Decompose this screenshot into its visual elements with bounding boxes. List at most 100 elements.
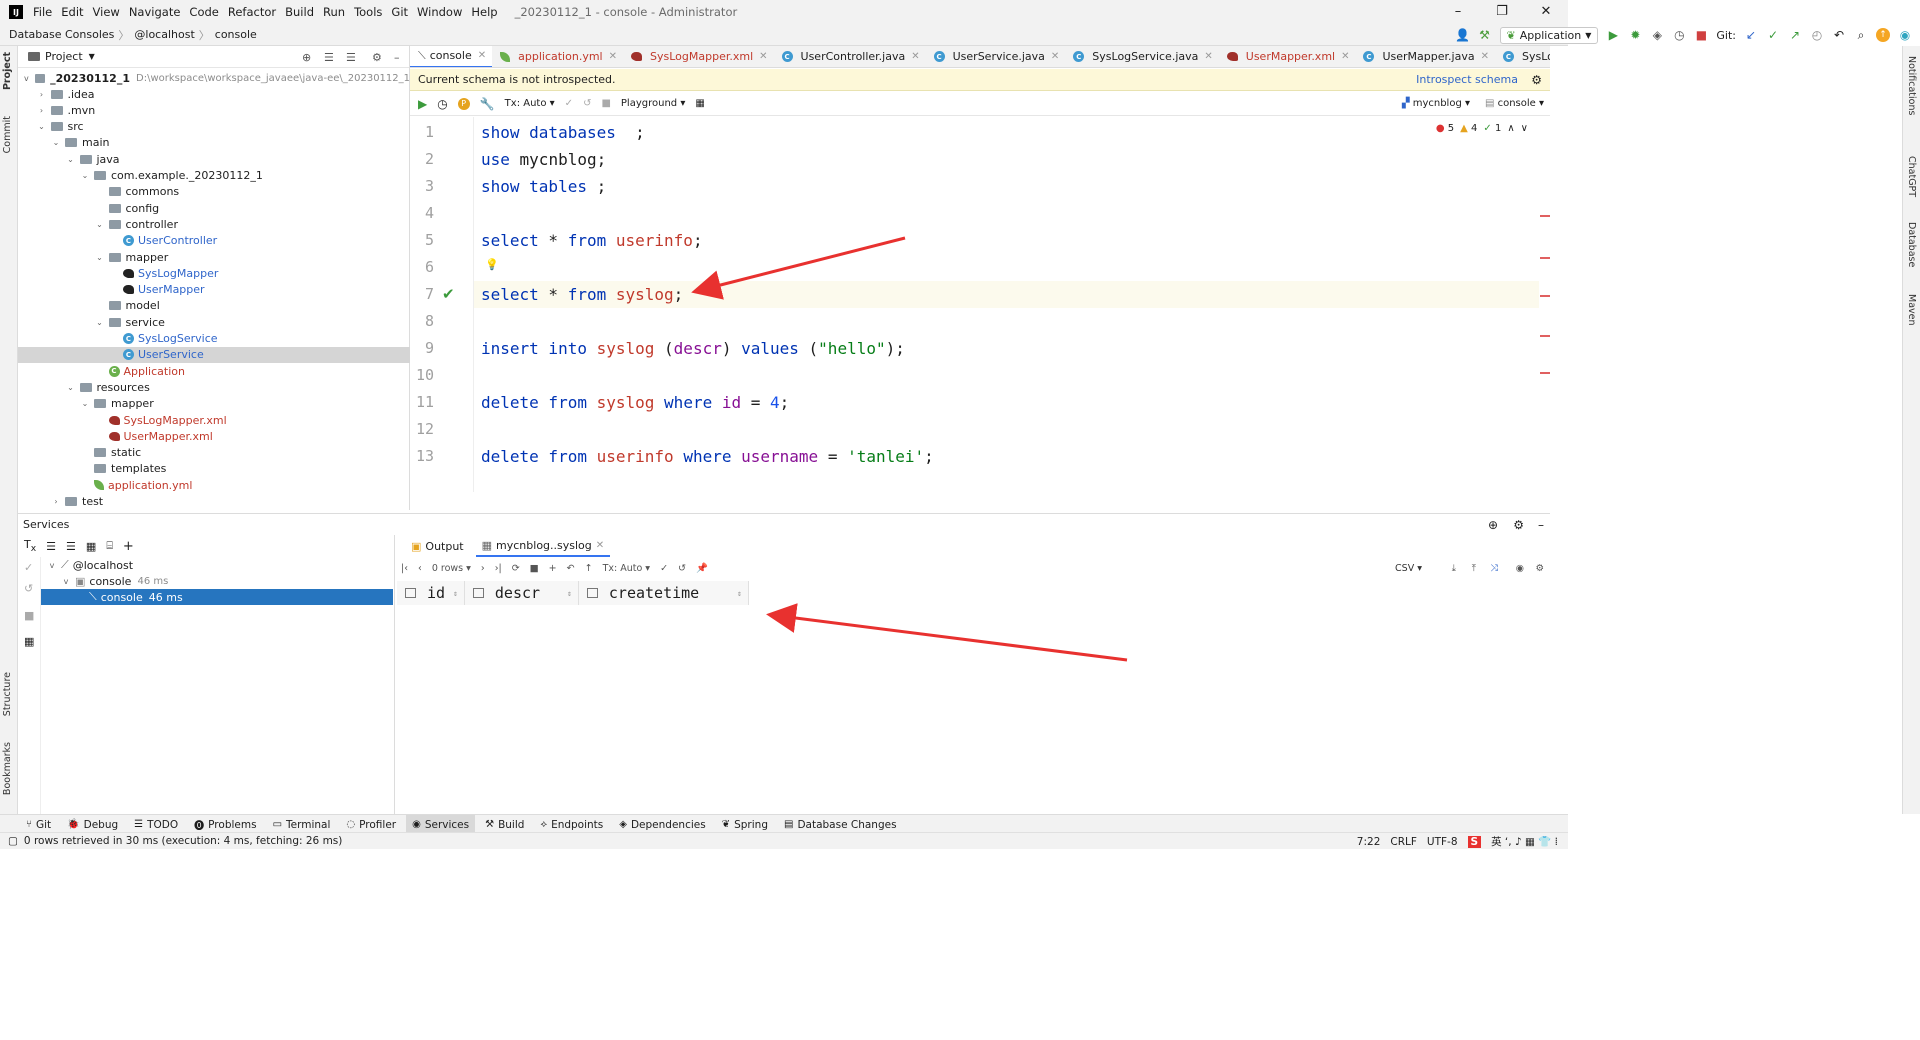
menu-build[interactable]: Build: [285, 5, 314, 19]
rollback-icon[interactable]: ↺: [583, 98, 591, 109]
breadcrumb-item[interactable]: @localhost: [134, 28, 194, 41]
breadcrumb-item[interactable]: Database Consoles: [9, 28, 114, 41]
tree-item[interactable]: ⌄ mapper: [18, 396, 410, 412]
tree-item[interactable]: model: [18, 298, 410, 314]
code-line[interactable]: insert into syslog (descr) values ("hell…: [481, 335, 905, 362]
stop-icon[interactable]: ■: [601, 98, 610, 109]
parameters-icon[interactable]: P: [457, 97, 470, 110]
chatgpt-tool-tab[interactable]: ChatGPT: [1906, 156, 1917, 197]
caret-position[interactable]: 7:22: [1357, 836, 1381, 848]
sql-editor[interactable]: ● 5 ▲ 4 ✓ 1 ∧ ∨ show databases ; use mycn…: [474, 117, 1539, 492]
editor-tab[interactable]: UserMapper.xml ✕: [1219, 46, 1356, 67]
code-line[interactable]: delete from userinfo where username = 't…: [481, 443, 934, 470]
stop-icon[interactable]: ■: [530, 563, 539, 574]
tree-item[interactable]: ⌄ mapper: [18, 249, 410, 265]
tree-item[interactable]: C SysLogService: [18, 331, 410, 347]
tree-item[interactable]: ⌄ service: [18, 314, 410, 330]
table-icon[interactable]: ▦: [695, 98, 704, 109]
playground-select[interactable]: Playground ▾: [621, 98, 685, 109]
last-page-icon[interactable]: ›|: [495, 563, 502, 574]
import-icon[interactable]: ⤒: [1472, 563, 1476, 574]
editor-tab[interactable]: CSysLogMapper.java✕: [1495, 46, 1550, 67]
tree-item[interactable]: UserMapper: [18, 282, 410, 298]
user-icon[interactable]: 👤: [1455, 28, 1470, 42]
close-icon[interactable]: ✕: [478, 50, 486, 61]
history-icon[interactable]: ◷: [437, 97, 447, 111]
tree-item[interactable]: static: [18, 445, 410, 461]
hammer-icon[interactable]: ⚒: [1478, 28, 1492, 42]
column-header-createtime[interactable]: createtime ⇕: [578, 581, 749, 605]
editor-tab[interactable]: application.yml ✕: [492, 46, 623, 67]
hide-icon[interactable]: –: [1538, 518, 1544, 532]
close-icon[interactable]: ✕: [596, 540, 604, 551]
hide-icon[interactable]: –: [394, 51, 400, 64]
gear-icon[interactable]: ⚙: [1513, 518, 1524, 532]
commit-tool-tab[interactable]: Commit: [2, 116, 13, 153]
pin-icon[interactable]: 📌: [696, 563, 708, 574]
history-icon[interactable]: ◴: [1810, 28, 1824, 42]
code-line[interactable]: show tables ;: [481, 173, 606, 200]
tx-select[interactable]: Tx: Auto ▾: [603, 563, 651, 574]
menu-window[interactable]: Window: [417, 5, 462, 19]
tree-item[interactable]: ⌄ src: [18, 119, 410, 135]
column-header-id[interactable]: id ⇕: [397, 581, 465, 605]
maven-tool-tab[interactable]: Maven: [1906, 294, 1917, 326]
intention-bulb-icon[interactable]: 💡: [485, 258, 499, 271]
menu-file[interactable]: File: [33, 5, 52, 19]
tree-item[interactable]: C UserController: [18, 233, 410, 249]
run-icon[interactable]: ▶: [1606, 28, 1620, 42]
tree-toggle-icon[interactable]: ⌄: [95, 253, 105, 262]
project-panel-title[interactable]: Project: [45, 50, 83, 63]
coverage-icon[interactable]: ◈: [1650, 28, 1664, 42]
export-icon[interactable]: ⤓: [1452, 563, 1456, 574]
file-encoding[interactable]: UTF-8: [1427, 836, 1458, 848]
compare-icon[interactable]: ⤨: [1490, 563, 1498, 574]
tree-toggle-icon[interactable]: ⌄: [80, 399, 90, 408]
tree-item[interactable]: commons: [18, 184, 410, 200]
current-code-line[interactable]: select * from syslog;: [474, 281, 1539, 308]
services-tree-row[interactable]: v ▣ console 46 ms: [41, 573, 393, 589]
line-separator[interactable]: CRLF: [1390, 836, 1417, 848]
tree-item[interactable]: ⌄ resources: [18, 379, 410, 395]
bookmarks-tool-tab[interactable]: Bookmarks: [2, 742, 13, 795]
close-icon[interactable]: ✕: [759, 51, 767, 62]
code-line[interactable]: select * from userinfo;: [481, 227, 703, 254]
close-icon[interactable]: ✕: [1204, 51, 1212, 62]
close-window-icon[interactable]: ✕: [1524, 0, 1568, 24]
format-select[interactable]: CSV ▾: [1395, 563, 1422, 574]
collapse-all-icon[interactable]: ☰: [346, 51, 356, 64]
tree-toggle-icon[interactable]: ›: [51, 497, 61, 506]
menu-code[interactable]: Code: [189, 5, 218, 19]
tree-item[interactable]: UserMapper.xml: [18, 428, 410, 444]
tx-icon[interactable]: Tx: [24, 538, 36, 554]
chevron-down-icon[interactable]: ▼: [89, 52, 95, 61]
execute-icon[interactable]: ▶: [418, 97, 427, 111]
view-icon[interactable]: ◉: [1516, 563, 1524, 574]
submit-icon[interactable]: ↑: [585, 563, 593, 574]
project-tool-tab[interactable]: Project: [2, 52, 13, 90]
database-tool-tab[interactable]: Database: [1906, 222, 1917, 267]
tree-item[interactable]: config: [18, 200, 410, 216]
first-page-icon[interactable]: |‹: [401, 563, 408, 574]
git-commit-icon[interactable]: ✓: [1766, 28, 1780, 42]
tree-item[interactable]: ⌄ com.example._20230112_1: [18, 168, 410, 184]
update-icon[interactable]: ↑: [1876, 28, 1890, 42]
collapse-all-icon[interactable]: ☰: [66, 540, 76, 553]
revert-icon[interactable]: ↶: [567, 563, 575, 574]
tree-item[interactable]: C Application: [18, 363, 410, 379]
tree-item[interactable]: templates: [18, 461, 410, 477]
ime-tray-icons[interactable]: 英 ʻ, ♪ ▦ 👕 ⁞: [1491, 834, 1558, 849]
debug-icon[interactable]: ✹: [1628, 28, 1642, 42]
chevron-down-icon[interactable]: ∨: [1521, 123, 1528, 134]
code-line[interactable]: delete from syslog where id = 4;: [481, 389, 789, 416]
tree-item[interactable]: › .mvn: [18, 102, 410, 118]
introspect-schema-link[interactable]: Introspect schema: [1416, 73, 1518, 86]
commit-icon[interactable]: ✓: [660, 563, 668, 574]
run-configuration-select[interactable]: ❦ Application ▼: [1499, 26, 1599, 44]
refresh-icon[interactable]: ⟳: [512, 563, 520, 574]
tree-toggle-icon[interactable]: ⌄: [51, 138, 61, 147]
tree-item[interactable]: › .idea: [18, 86, 410, 102]
tx-mode-select[interactable]: Tx: Auto ▾: [505, 98, 555, 109]
schema-select[interactable]: ▞ mycnblog ▾: [1402, 98, 1470, 109]
locate-icon[interactable]: ⊕: [1488, 518, 1498, 532]
